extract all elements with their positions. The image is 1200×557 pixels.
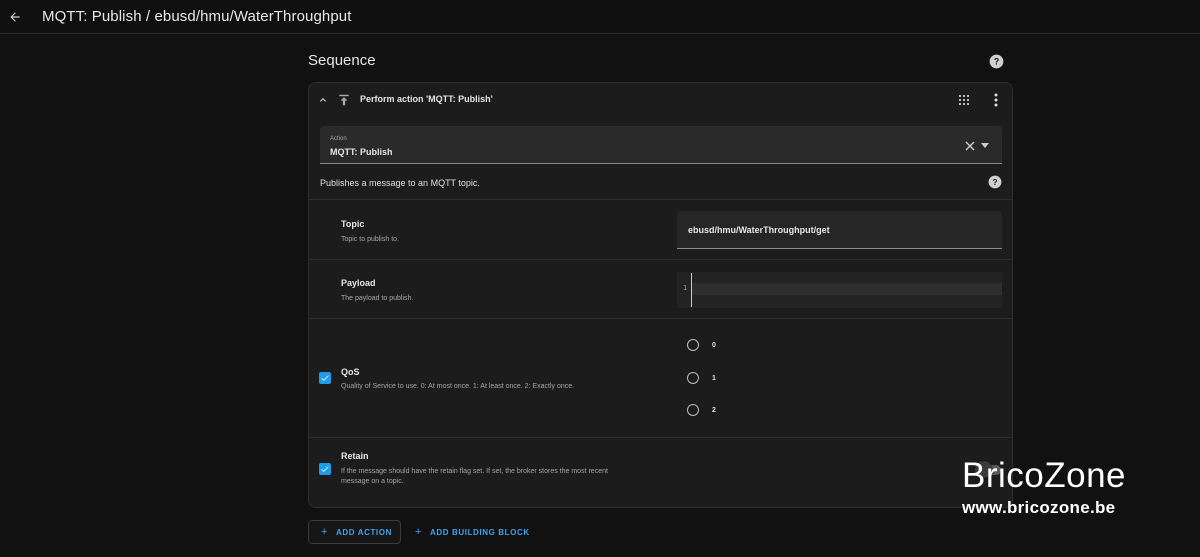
qos-radio-2[interactable]: [687, 404, 699, 416]
action-select-value: MQTT: Publish: [330, 147, 393, 157]
chevron-up-icon[interactable]: [317, 94, 329, 106]
add-building-block-button[interactable]: + ADD BUILDING BLOCK: [413, 520, 543, 544]
payload-subtitle: The payload to publish.: [341, 295, 414, 302]
qos-radio-1[interactable]: [687, 372, 699, 384]
retain-title: Retain: [341, 451, 369, 461]
action-card: Perform action 'MQTT: Publish' Action MQ…: [308, 82, 1013, 508]
add-action-button[interactable]: + ADD ACTION: [308, 520, 401, 544]
arrow-left-icon: [10, 11, 20, 22]
more-vertical-icon[interactable]: [991, 93, 1001, 107]
topic-input[interactable]: ebusd/hmu/WaterThroughput/get: [677, 211, 1002, 249]
retain-subtitle-line2: message on a topic.: [341, 478, 404, 485]
watermark-url: www.bricozone.be: [962, 498, 1116, 517]
action-description: Publishes a message to an MQTT topic.: [320, 178, 480, 188]
close-icon[interactable]: [965, 141, 975, 151]
topic-subtitle: Topic to publish to.: [341, 236, 399, 243]
svg-text:?: ?: [993, 178, 998, 187]
topic-title: Topic: [341, 219, 365, 229]
publish-action-icon: [339, 94, 349, 106]
action-select-label: Action: [330, 136, 347, 142]
payload-title: Payload: [341, 278, 376, 288]
check-icon: [321, 466, 329, 472]
back-button[interactable]: [4, 6, 26, 28]
bricozone-watermark: BricoZone www.bricozone.be: [962, 456, 1162, 518]
retain-row: Retain If the message should have the re…: [309, 437, 1012, 507]
qos-title: QoS: [341, 367, 360, 377]
action-card-title: Perform action 'MQTT: Publish': [360, 94, 493, 104]
chevron-down-icon[interactable]: [981, 143, 989, 149]
page-title: MQTT: Publish / ebusd/hmu/WaterThroughpu…: [42, 8, 352, 25]
add-building-block-label: ADD BUILDING BLOCK: [430, 527, 530, 537]
drag-handle-icon[interactable]: [958, 94, 970, 106]
qos-subtitle: Quality of Service to use. 0: At most on…: [341, 383, 575, 390]
qos-row: QoS Quality of Service to use. 0: At mos…: [309, 318, 1012, 437]
qos-enable-checkbox[interactable]: [319, 372, 331, 384]
retain-subtitle-line1: If the message should have the retain fl…: [341, 468, 608, 475]
help-icon[interactable]: ?: [988, 175, 1002, 189]
action-select[interactable]: Action MQTT: Publish: [320, 126, 1002, 164]
topic-input-value: ebusd/hmu/WaterThroughput/get: [688, 225, 830, 235]
check-icon: [321, 375, 329, 381]
add-action-label: ADD ACTION: [336, 527, 392, 537]
payload-code-editor[interactable]: 1: [677, 272, 1002, 308]
svg-text:?: ?: [994, 57, 999, 67]
payload-active-line: [691, 283, 1002, 295]
qos-radio-0-label: 0: [712, 342, 716, 349]
payload-cursor: [691, 273, 692, 307]
action-card-header[interactable]: Perform action 'MQTT: Publish': [309, 83, 1012, 117]
sequence-heading: Sequence: [308, 52, 376, 69]
retain-enable-checkbox[interactable]: [319, 463, 331, 475]
plus-icon: +: [321, 526, 329, 538]
qos-radio-1-label: 1: [712, 375, 716, 382]
plus-icon: +: [415, 526, 423, 538]
watermark-brand: BricoZone: [962, 456, 1127, 495]
qos-radio-2-label: 2: [712, 407, 716, 414]
help-icon[interactable]: ?: [989, 54, 1004, 69]
payload-line-number: 1: [683, 284, 688, 292]
qos-radio-0[interactable]: [687, 339, 699, 351]
top-app-bar: MQTT: Publish / ebusd/hmu/WaterThroughpu…: [0, 0, 1200, 34]
